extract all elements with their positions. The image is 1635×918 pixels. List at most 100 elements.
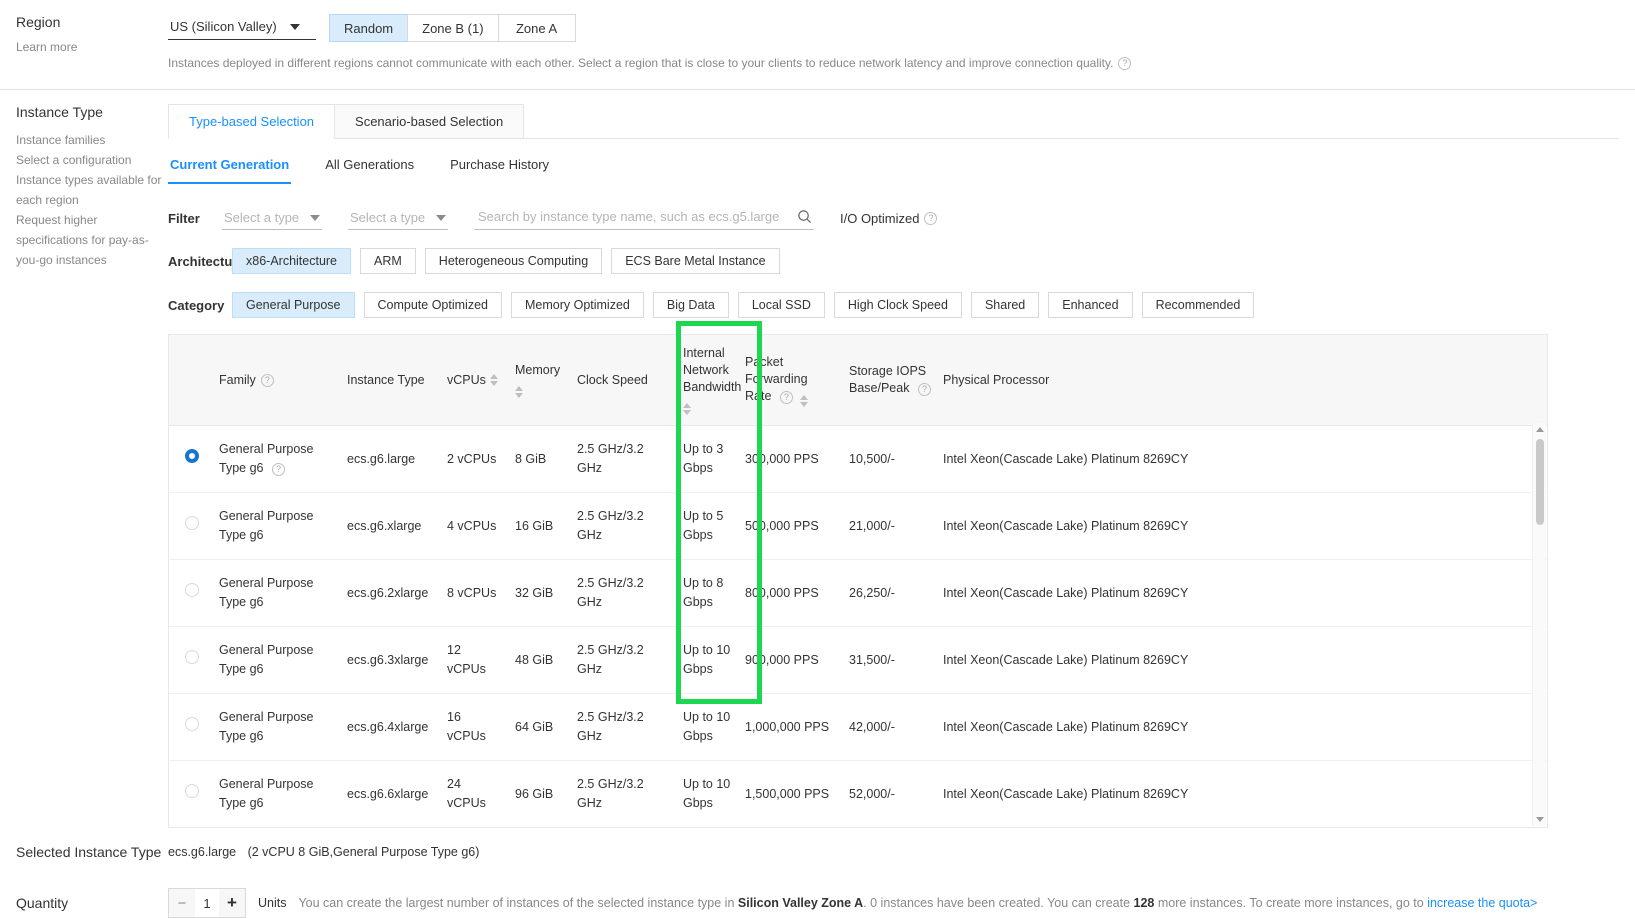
help-icon[interactable]: ? <box>924 212 938 225</box>
architecture-chip-arm[interactable]: ARM <box>360 248 416 274</box>
tab-current-generation[interactable]: Current Generation <box>168 149 292 184</box>
filter-select-2[interactable]: Select a type <box>348 208 448 230</box>
selected-instance-type-value-wrap: ecs.g6.large (2 vCPU 8 GiB,General Purpo… <box>168 845 479 859</box>
category-chip-recommended[interactable]: Recommended <box>1141 292 1255 318</box>
sidebar-item-instance-families[interactable]: Instance families <box>16 130 168 150</box>
sidebar-item-request-higher-specifications[interactable]: Request higher specifications for pay-as… <box>16 210 168 270</box>
filter-select-1-value: Select a type <box>224 210 300 225</box>
category-chip-big-data[interactable]: Big Data <box>652 292 729 318</box>
column-header-memory[interactable]: Memory <box>509 335 571 426</box>
search-icon[interactable] <box>797 209 812 224</box>
category-chip-high-clock-speed[interactable]: High Clock Speed <box>833 292 962 318</box>
instance-radio[interactable] <box>185 516 199 530</box>
scroll-down-icon[interactable] <box>1535 817 1544 822</box>
help-icon[interactable]: ? <box>917 383 931 396</box>
row-radio-cell[interactable] <box>169 425 213 493</box>
quantity-stepper[interactable]: − 1 + <box>168 888 246 918</box>
table-row[interactable]: General Purpose Type g6 ? ecs.g6.large 2… <box>169 425 1547 493</box>
instance-radio[interactable] <box>185 784 199 798</box>
row-radio-cell[interactable] <box>169 693 213 761</box>
column-header-internal-network-bandwidth[interactable]: Internal Network Bandwidth <box>677 335 741 426</box>
row-radio-cell[interactable] <box>169 559 213 627</box>
cell-vcpus: 8 vCPUs <box>441 559 509 627</box>
row-radio-cell[interactable] <box>169 761 213 828</box>
architecture-chip-ecs-bare-metal[interactable]: ECS Bare Metal Instance <box>611 248 780 274</box>
help-icon[interactable]: ? <box>779 390 793 404</box>
row-radio-cell[interactable] <box>169 492 213 560</box>
cell-storage-iops: 26,250/- <box>843 559 937 627</box>
category-chip-local-ssd[interactable]: Local SSD <box>737 292 825 318</box>
zone-button-random[interactable]: Random <box>329 14 409 42</box>
cell-vcpus: 12 vCPUs <box>441 626 509 694</box>
instance-type-sidebar: Instance Type Instance families Select a… <box>0 104 168 828</box>
category-chip-shared[interactable]: Shared <box>970 292 1040 318</box>
generation-tabs: Current Generation All Generations Purch… <box>168 149 1619 184</box>
table-row[interactable]: General Purpose Type g6 ecs.g6.4xlarge 1… <box>169 693 1547 761</box>
sort-icon[interactable] <box>683 403 691 415</box>
cell-memory: 96 GiB <box>515 786 554 801</box>
cell-memory: 32 GiB <box>509 559 571 627</box>
cell-vcpus: 16 vCPUs <box>441 693 509 761</box>
selected-instance-type-value: ecs.g6.large <box>168 845 237 859</box>
table-scrollbar[interactable] <box>1532 423 1546 826</box>
quantity-available-count: 128 <box>1133 896 1155 910</box>
sidebar-item-select-a-configuration[interactable]: Select a configuration <box>16 150 168 170</box>
region-select[interactable]: US (Silicon Valley) <box>168 16 316 40</box>
sort-icon[interactable] <box>515 386 523 398</box>
help-icon[interactable]: ? <box>1118 56 1132 70</box>
table-row[interactable]: General Purpose Type g6 ecs.g6.xlarge 4 … <box>169 492 1547 560</box>
column-header-packet-forwarding-rate[interactable]: Packet Forwarding Rate ? <box>739 335 843 426</box>
cell-instance-type: ecs.g6.4xlarge <box>341 693 441 761</box>
selected-instance-type-row: Selected Instance Type ecs.g6.large (2 v… <box>0 844 1635 860</box>
tab-all-generations[interactable]: All Generations <box>323 149 416 184</box>
cell-memory: 48 GiB <box>509 626 571 694</box>
instance-radio[interactable] <box>185 449 199 463</box>
quantity-increment-button[interactable]: + <box>219 889 245 917</box>
column-header-clock-speed-label: Clock Speed <box>577 372 648 387</box>
category-label: Category <box>168 297 225 313</box>
row-radio-cell[interactable] <box>169 626 213 694</box>
scrollbar-thumb[interactable] <box>1536 439 1544 525</box>
scroll-up-icon[interactable] <box>1535 427 1544 432</box>
search-input[interactable] <box>476 208 797 225</box>
filter-select-2-value: Select a type <box>350 210 426 225</box>
category-chip-enhanced[interactable]: Enhanced <box>1048 292 1133 318</box>
increase-quota-link[interactable]: increase the quota> <box>1427 896 1537 910</box>
cell-packet-forwarding-rate: 1,500,000 PPS <box>745 786 830 801</box>
category-chip-compute-optimized[interactable]: Compute Optimized <box>363 292 502 318</box>
filter-select-1[interactable]: Select a type <box>222 208 322 230</box>
architecture-chip-x86[interactable]: x86-Architecture <box>232 248 352 274</box>
cell-bandwidth: Up to 10 Gbps <box>677 626 739 694</box>
tab-purchase-history[interactable]: Purchase History <box>448 149 551 184</box>
sidebar-item-instance-types-available[interactable]: Instance types available for each region <box>16 170 168 210</box>
instance-radio[interactable] <box>185 650 199 664</box>
region-learn-more-link[interactable]: Learn more <box>16 40 168 54</box>
help-icon[interactable]: ? <box>271 463 285 476</box>
column-header-vcpus[interactable]: vCPUs <box>441 335 509 426</box>
column-header-storage-iops-label: Storage IOPS Base/Peak <box>849 364 927 395</box>
help-icon[interactable]: ? <box>260 373 274 387</box>
table-row[interactable]: General Purpose Type g6 ecs.g6.2xlarge 8… <box>169 559 1547 627</box>
architecture-chip-heterogeneous-computing[interactable]: Heterogeneous Computing <box>424 248 603 274</box>
sort-icon[interactable] <box>800 394 809 407</box>
tab-type-based-selection[interactable]: Type-based Selection <box>168 104 336 139</box>
category-chip-memory-optimized[interactable]: Memory Optimized <box>510 292 644 318</box>
quantity-decrement-button[interactable]: − <box>169 889 195 917</box>
column-header-storage-iops: Storage IOPS Base/Peak ? <box>843 335 937 426</box>
tab-scenario-based-selection[interactable]: Scenario-based Selection <box>334 104 525 138</box>
category-chip-general-purpose[interactable]: General Purpose <box>232 292 355 318</box>
instance-radio[interactable] <box>185 583 199 597</box>
zone-button-zone-b[interactable]: Zone B (1) <box>407 14 499 42</box>
sort-icon[interactable] <box>489 374 498 386</box>
table-header-row: Family ? Instance Type vCPUs Memory Cloc… <box>169 335 1547 426</box>
cell-family: General Purpose Type g6 <box>213 626 341 694</box>
search-field[interactable] <box>474 206 814 230</box>
cell-packet-forwarding-rate: 1,000,000 PPS <box>739 693 843 761</box>
instance-radio[interactable] <box>185 717 199 731</box>
table-row[interactable]: General Purpose Type g6 ecs.g6.6xlarge 2… <box>169 761 1547 828</box>
zone-button-zone-a[interactable]: Zone A <box>497 14 576 42</box>
quantity-value[interactable]: 1 <box>195 889 219 917</box>
cell-family: General Purpose Type g6 <box>213 559 341 627</box>
column-header-family: Family ? <box>213 335 341 426</box>
table-row[interactable]: General Purpose Type g6 ecs.g6.3xlarge 1… <box>169 626 1547 694</box>
